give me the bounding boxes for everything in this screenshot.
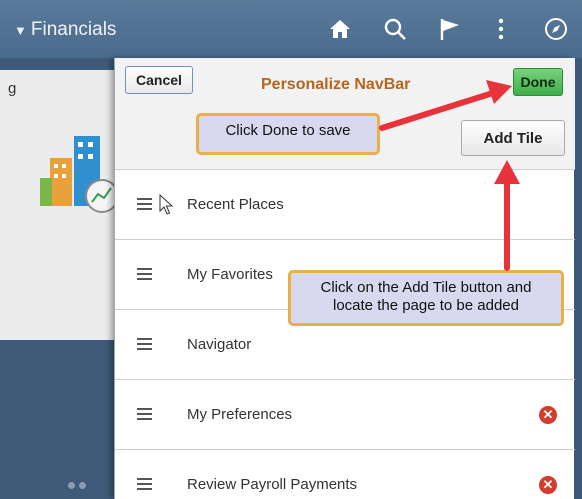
list-item[interactable]: My Preferences ✕ [115,380,575,450]
app-title-label: Financials [30,19,117,40]
list-item[interactable]: Review Payroll Payments ✕ [115,450,575,499]
drag-handle-icon[interactable] [137,198,152,210]
drag-handle-icon[interactable] [137,478,152,490]
panel-title: Personalize NavBar [261,76,411,93]
callout-add-tile: Click on the Add Tile button and locate … [288,270,564,326]
background-tile[interactable]: g [0,70,114,340]
add-tile-button[interactable]: Add Tile [461,120,565,156]
list-item-label: My Preferences [187,406,293,423]
app-title-dropdown[interactable]: ▼ Financials [14,19,116,41]
drag-handle-icon[interactable] [137,338,152,350]
done-button[interactable]: Done [513,68,563,96]
more-vertical-icon[interactable] [488,16,514,42]
callout-add-tile-line2: locate the page to be added [333,297,519,314]
list-item-label: Recent Places [187,196,284,213]
callout-done: Click Done to save [196,113,380,155]
list-item-label: Navigator [187,336,252,353]
home-icon[interactable] [327,16,353,42]
flag-icon[interactable] [437,16,463,42]
background-tile-label: g [8,80,17,97]
caret-down-icon: ▼ [14,23,27,38]
buildings-illustration-icon [40,136,114,213]
app-header: ▼ Financials [0,0,582,58]
drag-handle-icon[interactable] [137,268,152,280]
mouse-cursor-icon [159,194,174,215]
list-item[interactable]: Recent Places [115,170,575,240]
cancel-button[interactable]: Cancel [125,66,193,94]
search-icon[interactable] [382,16,408,42]
callout-done-text: Click Done to save [225,122,351,139]
remove-icon[interactable]: ✕ [539,476,557,494]
compass-icon[interactable] [543,16,569,42]
pagination-dots [68,476,90,494]
drag-handle-icon[interactable] [137,408,152,420]
list-item-label: Review Payroll Payments [187,476,358,493]
remove-icon[interactable]: ✕ [539,406,557,424]
background-page: g [0,58,114,499]
navbar-tile-list: Recent Places My Favorites Navigator My … [115,170,575,499]
callout-add-tile-line1: Click on the Add Tile button and [320,279,532,296]
list-item-label: My Favorites [187,266,273,283]
